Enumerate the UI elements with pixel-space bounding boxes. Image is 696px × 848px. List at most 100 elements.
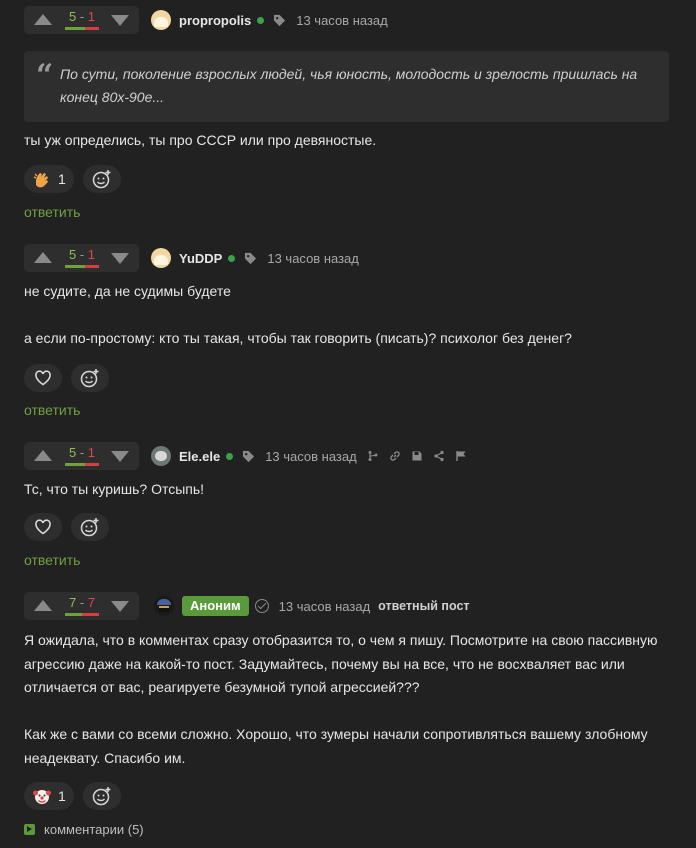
- rating-bar: [65, 463, 99, 466]
- author-name[interactable]: propropolis: [179, 13, 251, 28]
- add-emoji-icon: [92, 170, 111, 189]
- share-icon[interactable]: [433, 450, 445, 462]
- comment-meta: Аноним 13 часов назад ответный пост: [154, 592, 470, 620]
- online-indicator-icon: [226, 452, 234, 460]
- tag-icon[interactable]: [242, 450, 255, 463]
- rating-score: 5 - 1: [62, 445, 102, 461]
- vote-box: 5 - 1: [24, 244, 139, 272]
- upvote-arrow-icon[interactable]: [34, 600, 52, 611]
- heart-icon: [35, 519, 51, 535]
- expand-icon: [24, 823, 35, 835]
- comment-meta: propropolis 13 часов назад: [151, 6, 388, 34]
- save-icon[interactable]: [411, 450, 423, 462]
- rating-bar: [65, 613, 99, 616]
- comment-text: Тс, что ты куришь? Отсыпь!: [24, 478, 672, 502]
- vote-box: 5 - 1: [24, 442, 139, 470]
- link-icon[interactable]: [389, 450, 401, 462]
- rating-score: 5 - 1: [62, 247, 102, 263]
- add-emoji-icon: [80, 369, 99, 388]
- rating-separator: -: [76, 445, 88, 460]
- reaction-button[interactable]: 1: [24, 165, 74, 193]
- rating-bar: [65, 27, 99, 30]
- reaction-button[interactable]: 1: [24, 782, 74, 810]
- rating-minus: 1: [87, 445, 96, 460]
- comment-time[interactable]: 13 часов назад: [265, 449, 357, 464]
- avatar[interactable]: [151, 446, 171, 466]
- comment-time[interactable]: 13 часов назад: [296, 13, 388, 28]
- rating-minus: 7: [87, 595, 96, 610]
- add-emoji-icon: [92, 787, 111, 806]
- comment-line: агрессию даже на какой-то пост. Задумайт…: [24, 655, 625, 672]
- comment-line-blank: [24, 700, 672, 724]
- comment-text: Я ожидала, что в комментах сразу отобраз…: [24, 629, 672, 770]
- comment-header: 7 - 7 Аноним 13 часов назад ответный пос…: [0, 592, 696, 620]
- comment-text: ты уж определись, ты про СССР или про де…: [24, 129, 672, 153]
- online-indicator-icon: [257, 16, 265, 24]
- comment-text: не судите, да не судимы будете а если по…: [24, 280, 672, 351]
- reply-link[interactable]: ответить: [24, 204, 80, 220]
- comment-meta: Ele.ele 13 часов назад: [151, 442, 467, 470]
- add-reaction-button[interactable]: [71, 364, 109, 392]
- heart-icon: [35, 370, 51, 386]
- reply-link[interactable]: ответить: [24, 402, 80, 418]
- downvote-arrow-icon[interactable]: [111, 15, 129, 26]
- comment-meta: YuDDP 13 часов назад: [151, 244, 359, 272]
- rating-minus: 1: [87, 9, 96, 24]
- comment-header: 5 - 1 propropolis 13 часов назад: [0, 6, 696, 34]
- expand-comments-label: комментарии (5): [44, 821, 144, 837]
- branch-icon[interactable]: [367, 450, 379, 462]
- tag-icon[interactable]: [244, 252, 257, 265]
- rating-minus: 1: [87, 247, 96, 262]
- comment-line: не судите, да не судимы будете: [24, 283, 231, 299]
- rating-separator: -: [76, 595, 88, 610]
- add-reaction-button[interactable]: [71, 513, 109, 541]
- reactions: [24, 513, 109, 541]
- downvote-arrow-icon[interactable]: [111, 601, 129, 612]
- rating-score: 7 - 7: [62, 595, 102, 611]
- comment-time[interactable]: 13 часов назад: [267, 251, 359, 266]
- rating-separator: -: [76, 247, 88, 262]
- upvote-arrow-icon[interactable]: [34, 14, 52, 25]
- online-indicator-icon: [228, 254, 236, 262]
- expand-comments-link[interactable]: комментарии (5): [24, 820, 144, 838]
- reaction-count: 1: [58, 171, 66, 187]
- upvote-arrow-icon[interactable]: [34, 450, 52, 461]
- downvote-arrow-icon[interactable]: [111, 253, 129, 264]
- downvote-arrow-icon[interactable]: [111, 451, 129, 462]
- comment-time[interactable]: 13 часов назад: [279, 599, 371, 614]
- comment-header: 5 - 1 YuDDP 13 часов назад: [0, 244, 696, 272]
- comment-line: Тс, что ты куришь? Отсыпь!: [24, 481, 205, 497]
- comment-header: 5 - 1 Ele.ele 13 часов назад: [0, 442, 696, 470]
- vote-box: 5 - 1: [24, 6, 139, 34]
- avatar[interactable]: [151, 10, 171, 30]
- author-name[interactable]: YuDDP: [179, 251, 222, 266]
- add-reaction-button[interactable]: [82, 782, 121, 810]
- rating-separator: -: [76, 9, 88, 24]
- response-post-link[interactable]: ответный пост: [378, 599, 469, 613]
- add-emoji-icon: [80, 518, 99, 537]
- like-button[interactable]: [24, 364, 62, 392]
- waving-hand-icon: [33, 173, 48, 188]
- flag-icon[interactable]: [455, 450, 467, 462]
- comment-line: Как же с вами со всеми сложно. Хорошо, ч…: [24, 726, 648, 742]
- comment-line: неадеквату. Спасибо им.: [24, 749, 186, 766]
- comment-line: Я ожидала, что в комментах сразу отобраз…: [24, 632, 658, 648]
- reactions: 1: [24, 782, 121, 810]
- quote-text: По сути, поколение взрослых людей, чья ю…: [60, 66, 638, 105]
- verified-check-icon: [254, 599, 269, 613]
- add-reaction-button[interactable]: [82, 165, 121, 193]
- avatar[interactable]: [154, 596, 174, 616]
- upvote-arrow-icon[interactable]: [34, 252, 52, 263]
- reply-link[interactable]: ответить: [24, 552, 80, 568]
- quote-icon: “: [36, 58, 54, 93]
- author-badge[interactable]: Аноним: [182, 596, 249, 616]
- comment-line: а если по-простому: кто ты такая, чтобы …: [24, 330, 572, 346]
- tag-icon[interactable]: [273, 14, 286, 27]
- reaction-count: 1: [58, 788, 66, 804]
- quote-block: “ По сути, поколение взрослых людей, чья…: [24, 51, 669, 122]
- author-name[interactable]: Ele.ele: [179, 449, 220, 464]
- avatar[interactable]: [151, 248, 171, 268]
- vote-box: 7 - 7: [24, 592, 139, 620]
- like-button[interactable]: [24, 513, 62, 541]
- clown-face-icon: [33, 790, 51, 804]
